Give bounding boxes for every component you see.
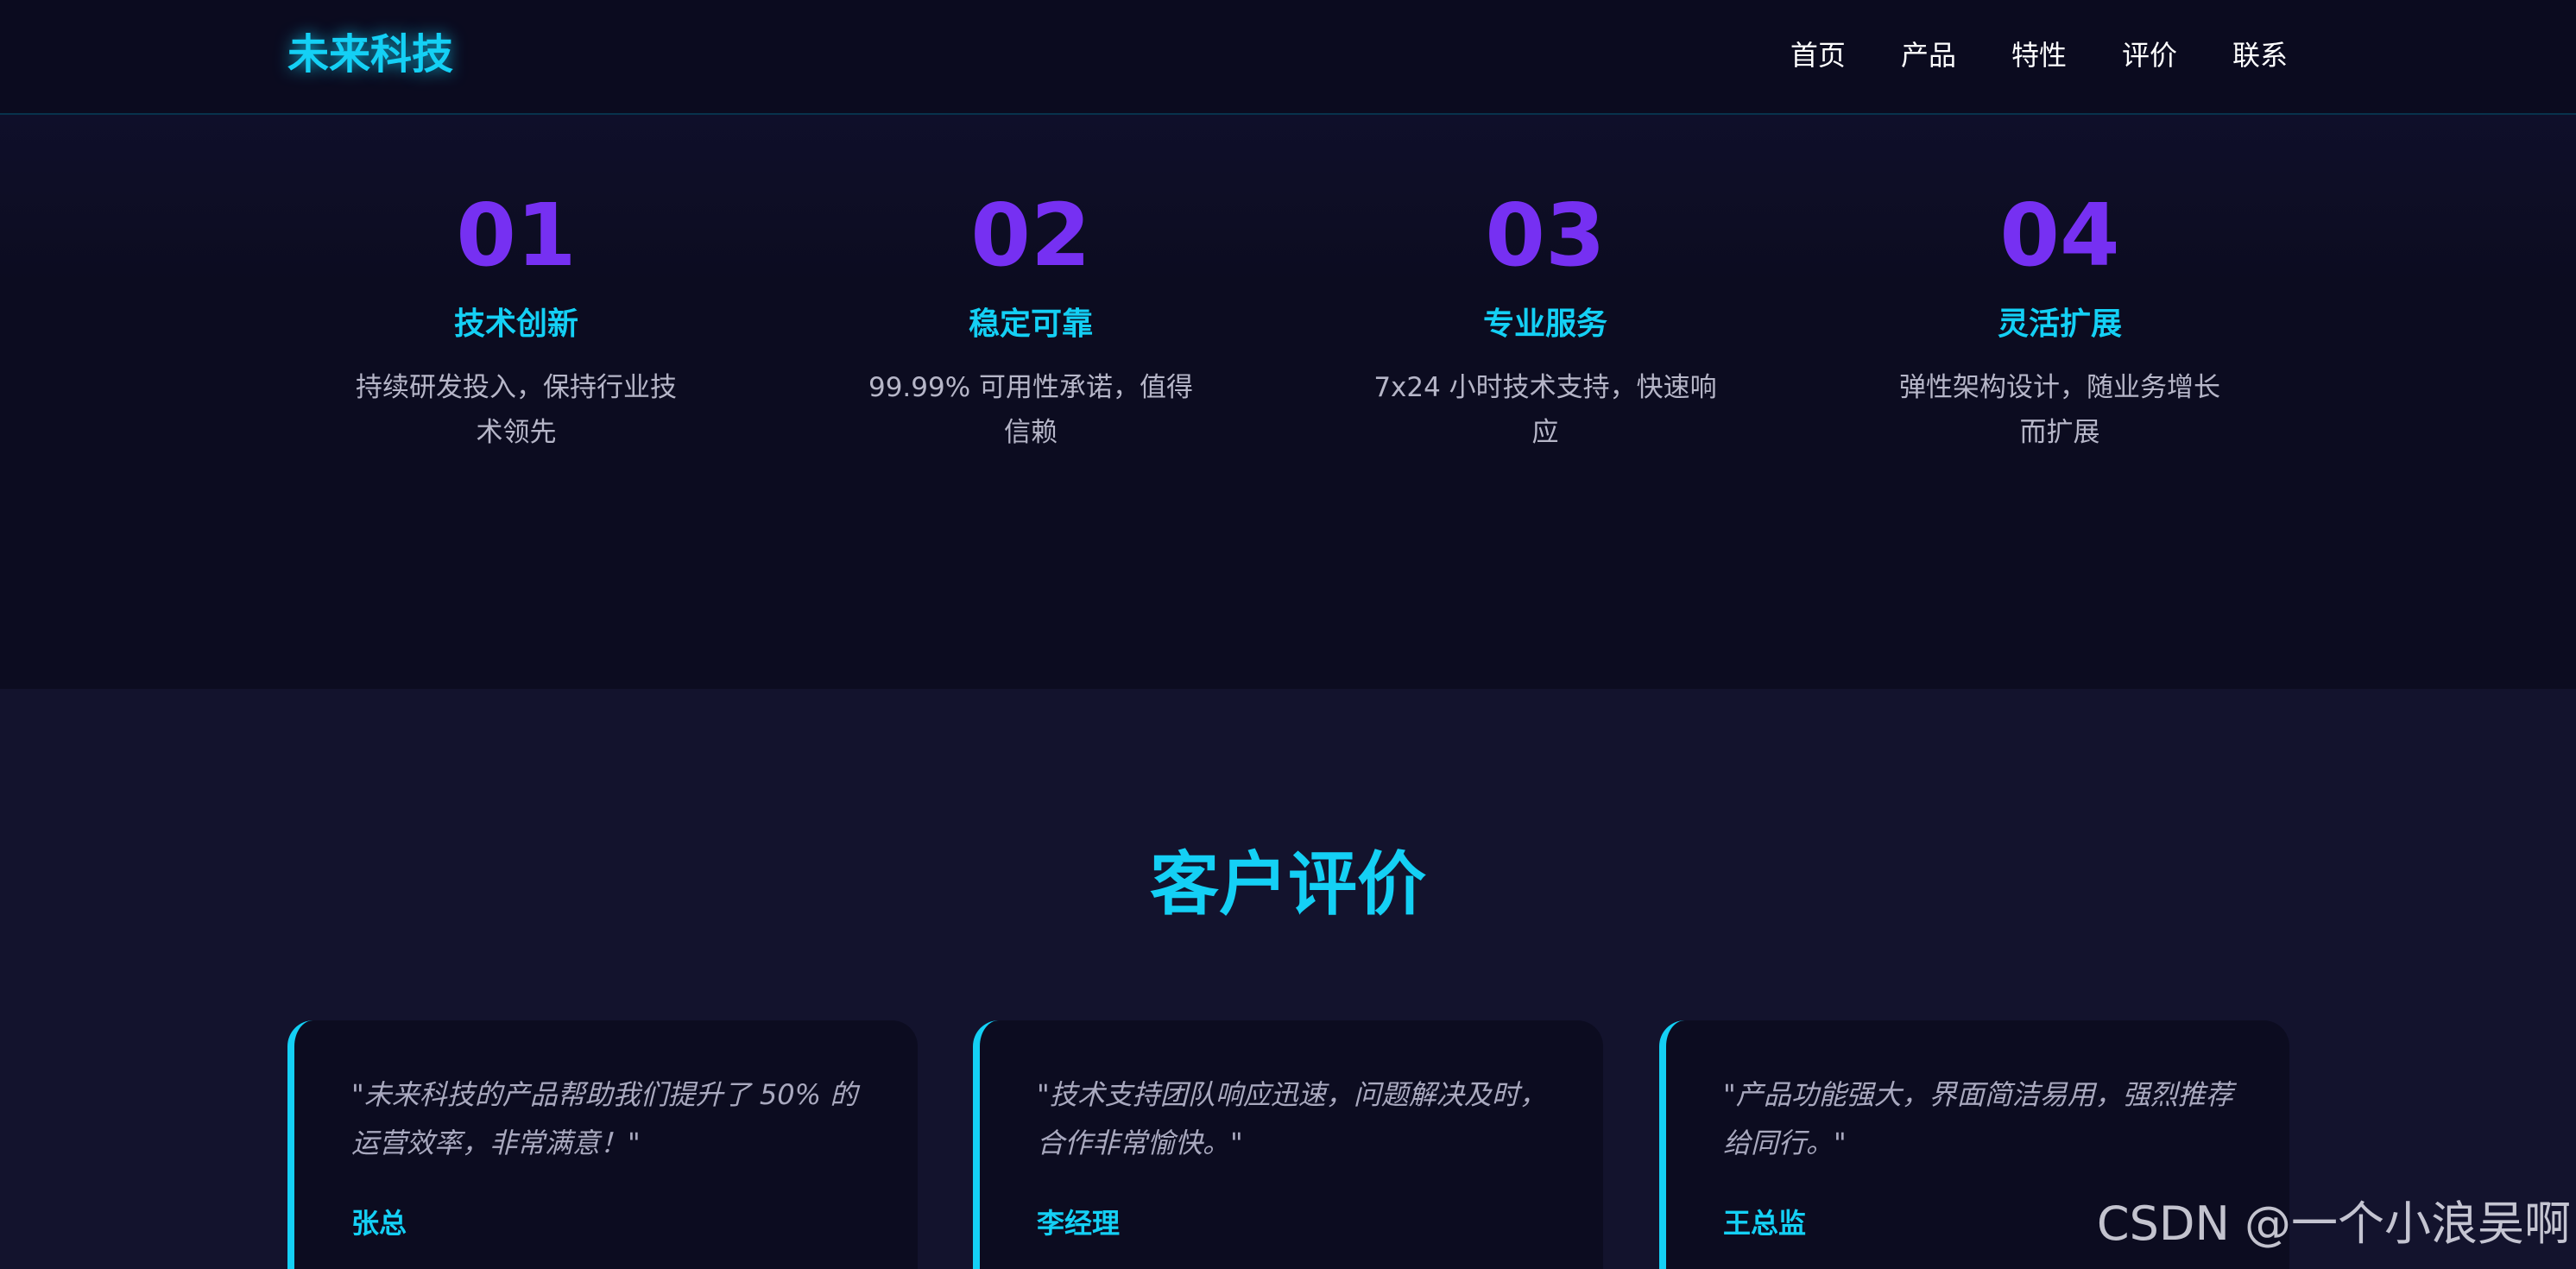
testimonial-card: "未来科技的产品帮助我们提升了 50% 的运营效率，非常满意！" 张总 [287,1020,918,1269]
feature-number: 04 [1999,185,2120,286]
features-section: 01 技术创新 持续研发投入，保持行业技术领先 02 稳定可靠 99.99% 可… [0,115,2576,689]
testimonial-author: 李经理 [1037,1207,1121,1240]
feature-item: 01 技术创新 持续研发投入，保持行业技术领先 [259,184,773,455]
main-nav: 首页 产品 特性 评价 联系 [1790,29,2288,81]
feature-title: 技术创新 [453,306,578,342]
section-title: 客户评价 [1150,844,1426,925]
nav-item-reviews[interactable]: 评价 [2122,29,2177,81]
nav-item-features[interactable]: 特性 [2011,29,2067,81]
watermark: CSDN @一个小浪吴啊 [2096,1196,2571,1251]
testimonial-card: "技术支持团队响应迅速，问题解决及时，合作非常愉快。" 李经理 [973,1020,1603,1269]
testimonial-quote: "技术支持团队响应迅速，问题解决及时，合作非常愉快。" [1037,1078,1547,1159]
feature-description: 持续研发投入，保持行业技术领先 [356,372,677,448]
feature-description: 7x24 小时技术支持，快速响应 [1373,372,1717,448]
testimonials-section: 客户评价 "未来科技的产品帮助我们提升了 50% 的运营效率，非常满意！" 张总… [0,689,2576,1269]
testimonial-author: 张总 [351,1207,407,1240]
nav-item-contact[interactable]: 联系 [2232,29,2288,81]
feature-number: 02 [970,185,1091,286]
feature-number: 03 [1485,185,1606,286]
feature-item: 03 专业服务 7x24 小时技术支持，快速响应 [1288,184,1803,455]
feature-title: 专业服务 [1482,306,1607,342]
nav-item-home[interactable]: 首页 [1790,29,1846,81]
feature-title: 灵活扩展 [1997,306,2122,342]
testimonial-author: 王总监 [1723,1207,1807,1240]
feature-item: 02 稳定可靠 99.99% 可用性承诺，值得信赖 [773,184,1288,455]
site-header: 未来科技 首页 产品 特性 评价 联系 [0,0,2576,115]
logo[interactable]: 未来科技 [287,24,453,85]
feature-description: 99.99% 可用性承诺，值得信赖 [868,372,1194,448]
feature-item: 04 灵活扩展 弹性架构设计，随业务增长而扩展 [1803,184,2317,455]
nav-item-products[interactable]: 产品 [1901,29,1956,81]
feature-title: 稳定可靠 [968,306,1093,342]
feature-number: 01 [456,185,577,286]
testimonial-quote: "产品功能强大，界面简洁易用，强烈推荐给同行。" [1723,1078,2233,1159]
testimonial-quote: "未来科技的产品帮助我们提升了 50% 的运营效率，非常满意！" [351,1078,858,1159]
feature-description: 弹性架构设计，随业务增长而扩展 [1899,372,2220,448]
page: 未来科技 首页 产品 特性 评价 联系 01 技术创新 持续研发投入，保持行业技… [0,0,2576,1269]
